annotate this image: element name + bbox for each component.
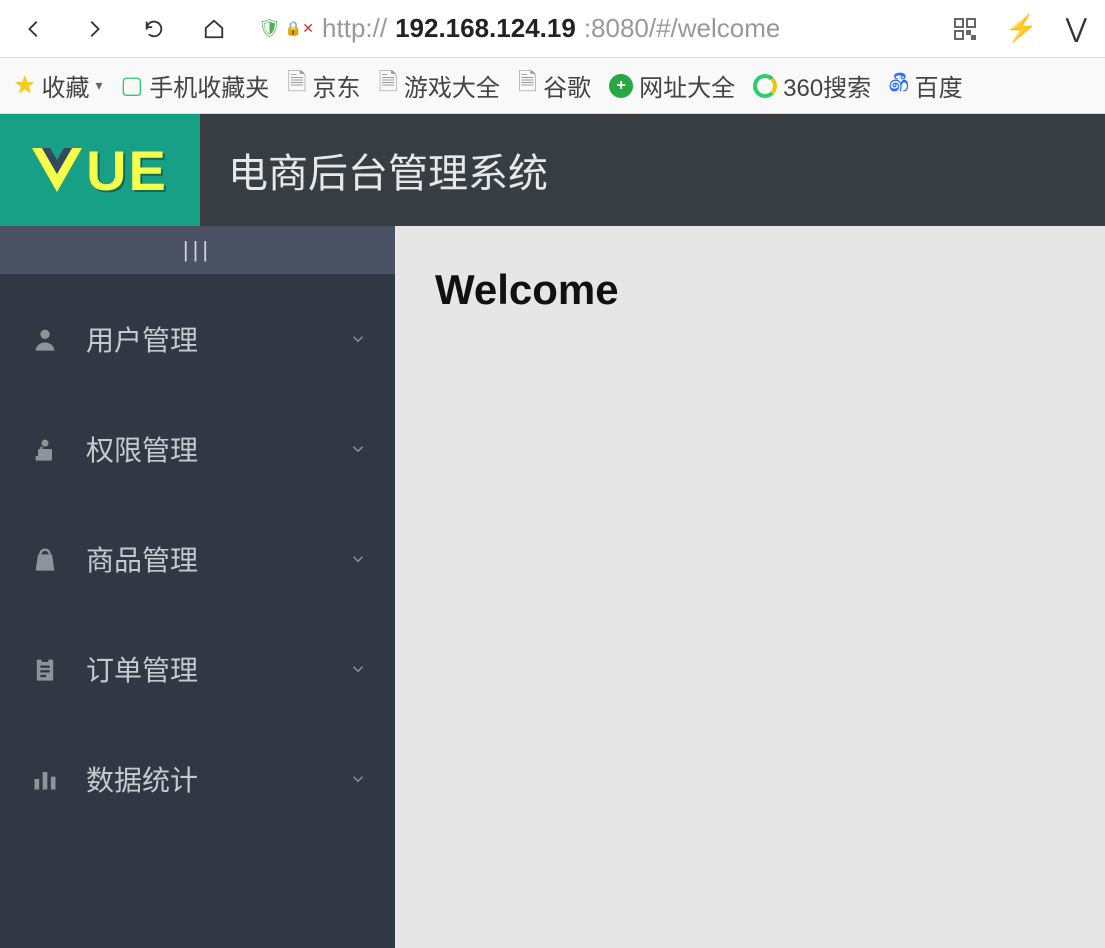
bookmark-jd[interactable]: 🗎 京东 bbox=[287, 65, 360, 106]
user-icon bbox=[28, 325, 62, 353]
bookmark-google[interactable]: 🗎 谷歌 bbox=[518, 65, 591, 106]
circle-icon bbox=[753, 74, 777, 98]
insecure-icon: 🔒✕ bbox=[285, 20, 314, 37]
sidebar-item-label: 商品管理 bbox=[86, 539, 325, 579]
bookmark-baidu[interactable]: ෯ 百度 bbox=[889, 68, 962, 103]
sidebar-item-users[interactable]: 用户管理 bbox=[0, 284, 395, 394]
star-icon: ★ bbox=[14, 71, 36, 100]
clipboard-icon bbox=[28, 655, 62, 683]
sidebar: ||| 用户管理 权限管理 bbox=[0, 226, 395, 948]
sidebar-item-permissions[interactable]: 权限管理 bbox=[0, 394, 395, 504]
back-button[interactable] bbox=[18, 13, 50, 45]
sidebar-item-label: 订单管理 bbox=[86, 649, 325, 689]
key-icon bbox=[28, 435, 62, 463]
logo-text: UE bbox=[32, 138, 168, 203]
page-icon: 🗎 bbox=[287, 65, 306, 106]
sidebar-item-orders[interactable]: 订单管理 bbox=[0, 614, 395, 724]
bookmark-label: 谷歌 bbox=[543, 68, 591, 103]
bookmark-label: 360搜索 bbox=[783, 68, 871, 103]
bookmark-label: 收藏 bbox=[42, 68, 90, 103]
home-icon bbox=[203, 18, 225, 40]
address-bar[interactable]: 🛡 🔒✕ http:// 192.168.124.19 :8080/#/welcom… bbox=[258, 13, 925, 44]
chevron-left-icon bbox=[23, 18, 45, 40]
sidebar-item-label: 数据统计 bbox=[86, 759, 325, 799]
chevron-right-icon bbox=[83, 18, 105, 40]
bookmark-game[interactable]: 🗎 游戏大全 bbox=[379, 65, 500, 106]
url-suffix: :8080/#/welcome bbox=[584, 13, 781, 44]
bookmark-label: 手机收藏夹 bbox=[149, 68, 269, 103]
sidebar-item-label: 用户管理 bbox=[86, 319, 325, 359]
bookmark-mobile[interactable]: ▢ 手机收藏夹 bbox=[121, 68, 270, 103]
bookmark-label: 网址大全 bbox=[639, 68, 735, 103]
sidebar-item-goods[interactable]: 商品管理 bbox=[0, 504, 395, 614]
collapse-icon: ||| bbox=[183, 237, 212, 263]
chevron-down-icon bbox=[349, 330, 367, 348]
app-header: UE 电商后台管理系统 bbox=[0, 114, 1105, 226]
main-content: Welcome bbox=[395, 226, 1105, 948]
bag-icon bbox=[28, 545, 62, 573]
page-heading: Welcome bbox=[435, 266, 1065, 314]
chevron-down-icon bbox=[349, 440, 367, 458]
browser-nav-bar: 🛡 🔒✕ http:// 192.168.124.19 :8080/#/welcom… bbox=[0, 0, 1105, 58]
forward-button[interactable] bbox=[78, 13, 110, 45]
home-button[interactable] bbox=[198, 13, 230, 45]
reload-icon bbox=[143, 18, 165, 40]
phone-icon: ▢ bbox=[121, 71, 144, 100]
chart-icon bbox=[28, 765, 62, 793]
dropdown-icon: ▾ bbox=[96, 77, 103, 94]
chevron-down-icon bbox=[349, 660, 367, 678]
bolt-icon[interactable]: ⚡ bbox=[1005, 13, 1037, 44]
bookmark-360[interactable]: 360搜索 bbox=[753, 68, 871, 103]
page-icon: 🗎 bbox=[518, 65, 537, 106]
sidebar-item-stats[interactable]: 数据统计 bbox=[0, 724, 395, 834]
url-prefix: http:// bbox=[322, 13, 387, 44]
baidu-icon: ෯ bbox=[889, 74, 908, 97]
bookmark-favorites[interactable]: ★ 收藏 ▾ bbox=[14, 68, 103, 103]
overflow-icon[interactable]: ⋁ bbox=[1066, 13, 1087, 44]
bookmarks-bar: ★ 收藏 ▾ ▢ 手机收藏夹 🗎 京东 🗎 游戏大全 🗎 谷歌 + 网址大全 3… bbox=[0, 58, 1105, 114]
url-ip: 192.168.124.19 bbox=[395, 13, 576, 44]
app-title: 电商后台管理系统 bbox=[228, 141, 548, 199]
app-logo: UE bbox=[0, 114, 200, 226]
bookmark-label: 京东 bbox=[313, 68, 361, 103]
bookmark-label: 游戏大全 bbox=[404, 68, 500, 103]
shield-icon: 🛡 bbox=[258, 18, 281, 39]
sidebar-item-label: 权限管理 bbox=[86, 429, 325, 469]
collapse-toggle[interactable]: ||| bbox=[0, 226, 395, 274]
bookmark-label: 百度 bbox=[915, 68, 963, 103]
qr-code-icon[interactable] bbox=[953, 17, 977, 41]
bookmark-navsite[interactable]: + 网址大全 bbox=[609, 68, 735, 103]
reload-button[interactable] bbox=[138, 13, 170, 45]
chevron-down-icon bbox=[349, 550, 367, 568]
vue-v-icon bbox=[32, 148, 82, 192]
sidebar-menu: 用户管理 权限管理 商品管理 bbox=[0, 274, 395, 834]
chevron-down-icon bbox=[349, 770, 367, 788]
app-layout: ||| 用户管理 权限管理 bbox=[0, 226, 1105, 948]
page-icon: 🗎 bbox=[379, 65, 398, 106]
plus-circle-icon: + bbox=[609, 74, 633, 98]
